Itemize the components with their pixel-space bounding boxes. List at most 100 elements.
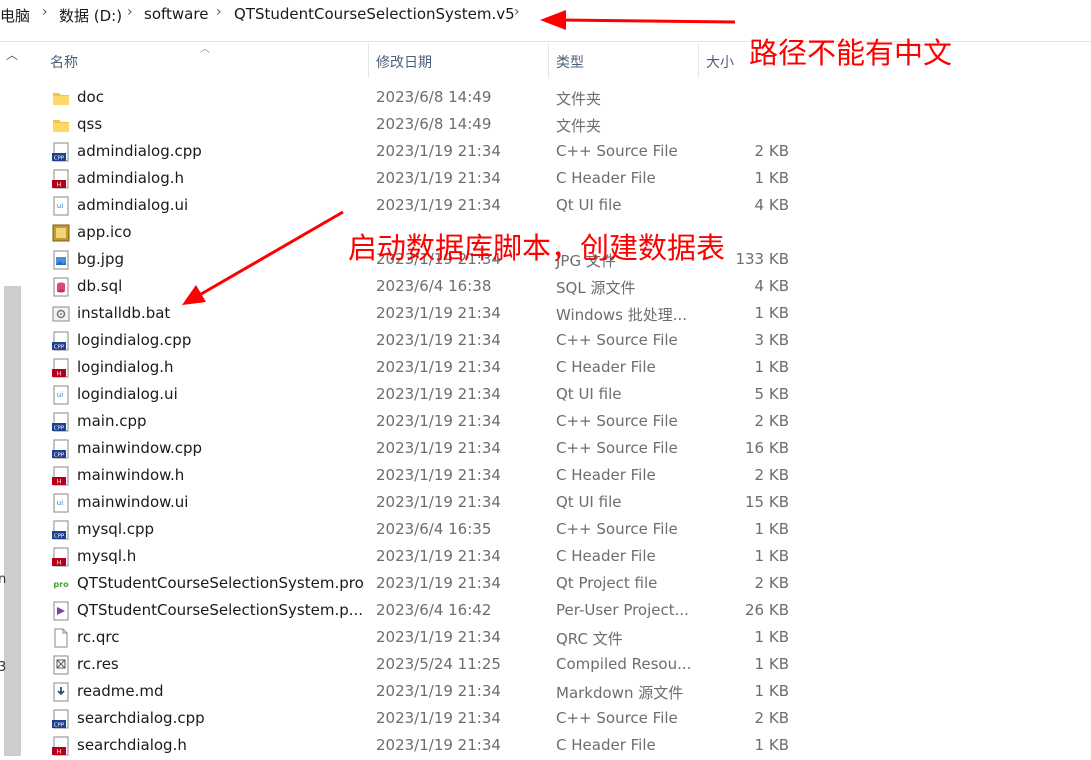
- file-size: 3 KB: [754, 331, 789, 349]
- file-modified-date: 2023/1/19 21:34: [376, 196, 501, 214]
- file-type: Per-User Project...: [556, 601, 689, 619]
- file-name: main.cpp: [77, 412, 147, 430]
- file-row[interactable]: ui admindialog.ui 2023/1/19 21:34 Qt UI fil…: [0, 192, 820, 219]
- user-project-file-icon: [51, 601, 71, 621]
- file-name: admindialog.ui: [77, 196, 189, 214]
- file-type: Markdown 源文件: [556, 684, 684, 702]
- file-modified-date: 2023/1/19 21:34: [376, 628, 501, 646]
- file-modified-date: 2023/1/19 21:34: [376, 169, 501, 187]
- file-name: mainwindow.h: [77, 466, 185, 484]
- column-header-type[interactable]: 类型: [556, 52, 584, 72]
- svg-text:H: H: [57, 479, 62, 486]
- file-row[interactable]: installdb.bat 2023/1/19 21:34 Windows 批处理.…: [0, 300, 820, 327]
- ui-file-icon: ui: [51, 196, 71, 216]
- file-row[interactable]: rc.res 2023/5/24 11:25 Compiled Resou... 1 …: [0, 651, 820, 678]
- breadcrumb-item-computer[interactable]: 电脑: [0, 5, 30, 26]
- file-row[interactable]: Hmysql.h 2023/1/19 21:34 C Header File 1 KB: [0, 543, 820, 570]
- file-row[interactable]: QTStudentCourseSelectionSystem.p... 2023/…: [0, 597, 820, 624]
- file-modified-date: 2023/6/8 14:49: [376, 88, 492, 106]
- file-row[interactable]: CPP logindialog.cpp 2023/1/19 21:34 C++ Sou…: [0, 327, 820, 354]
- bat-annotation: 启动数据库脚本，创建数据表: [348, 231, 726, 265]
- file-modified-date: 2023/1/19 21:34: [376, 142, 501, 160]
- file-type: Qt UI file: [556, 493, 622, 511]
- file-size: 1 KB: [754, 358, 789, 376]
- column-header-modified[interactable]: 修改日期: [376, 52, 432, 72]
- file-row[interactable]: rc.qrc 2023/1/19 21:34 QRC 文件 1 KB: [0, 624, 820, 651]
- file-type: C++ Source File: [556, 142, 678, 160]
- file-type: Qt Project file: [556, 574, 658, 592]
- svg-text:ui: ui: [57, 202, 63, 210]
- chevron-right-icon[interactable]: ›: [42, 4, 48, 20]
- file-row[interactable]: CPP searchdialog.cpp 2023/1/19 21:34 C++ So…: [0, 705, 820, 732]
- file-type: QRC 文件: [556, 630, 623, 648]
- file-size: 2 KB: [754, 142, 789, 160]
- file-type: C++ Source File: [556, 412, 678, 430]
- file-row[interactable]: doc 2023/6/8 14:49 文件夹: [0, 84, 820, 111]
- file-name: installdb.bat: [77, 304, 171, 322]
- column-header-size[interactable]: 大小: [706, 52, 734, 72]
- file-name: mainwindow.ui: [77, 493, 189, 511]
- file-row[interactable]: readme.md 2023/1/19 21:34 Markdown 源文件 1 KB: [0, 678, 820, 705]
- path-annotation: 路径不能有中文: [749, 36, 953, 70]
- file-size: 2 KB: [754, 466, 789, 484]
- chevron-right-icon[interactable]: ›: [216, 4, 222, 20]
- header-file-icon: H: [51, 547, 71, 567]
- file-row[interactable]: ui mainwindow.ui 2023/1/19 21:34 Qt UI file…: [0, 489, 820, 516]
- file-type: C Header File: [556, 736, 656, 754]
- sql-file-icon: [51, 277, 71, 297]
- file-row[interactable]: ui logindialog.ui 2023/1/19 21:34 Qt UI fil…: [0, 381, 820, 408]
- column-divider[interactable]: [548, 44, 549, 78]
- cpp-file-icon: CPP: [51, 142, 71, 162]
- file-row[interactable]: Hadmindialog.h 2023/1/19 21:34 C Header Fi…: [0, 165, 820, 192]
- file-size: 4 KB: [754, 277, 789, 295]
- column-divider[interactable]: [368, 44, 369, 78]
- file-row[interactable]: CPP main.cpp 2023/1/19 21:34 C++ Source Fil…: [0, 408, 820, 435]
- file-row[interactable]: CPP mysql.cpp 2023/6/4 16:35 C++ Source Fil…: [0, 516, 820, 543]
- column-header-name[interactable]: 名称: [50, 52, 78, 72]
- file-row[interactable]: Hsearchdialog.h 2023/1/19 21:34 C Header F…: [0, 732, 820, 759]
- svg-text:ui: ui: [57, 499, 63, 507]
- file-size: 133 KB: [735, 250, 789, 268]
- file-row[interactable]: db.sql 2023/6/4 16:38 SQL 源文件 4 KB: [0, 273, 820, 300]
- svg-text:pro: pro: [53, 580, 69, 589]
- folder-icon: [51, 115, 71, 135]
- blank-file-icon: [51, 628, 71, 648]
- breadcrumb-item-drive[interactable]: 数据 (D:): [59, 5, 122, 26]
- file-name: mainwindow.cpp: [77, 439, 203, 457]
- file-modified-date: 2023/1/19 21:34: [376, 331, 501, 349]
- chevron-right-icon[interactable]: ›: [514, 4, 520, 20]
- file-row[interactable]: CPP admindialog.cpp 2023/1/19 21:34 C++ Sou…: [0, 138, 820, 165]
- file-name: QTStudentCourseSelectionSystem.pro: [77, 574, 364, 592]
- file-type: C++ Source File: [556, 331, 678, 349]
- sort-ascending-icon: ︿: [200, 44, 210, 55]
- column-divider[interactable]: [698, 44, 699, 78]
- file-size: 1 KB: [754, 655, 789, 673]
- cpp-file-icon: CPP: [51, 439, 71, 459]
- file-row[interactable]: CPP mainwindow.cpp 2023/1/19 21:34 C++ Sour…: [0, 435, 820, 462]
- file-modified-date: 2023/1/19 21:34: [376, 304, 501, 322]
- svg-text:CPP: CPP: [54, 426, 65, 432]
- file-type: SQL 源文件: [556, 279, 636, 297]
- file-name: logindialog.cpp: [77, 331, 192, 349]
- file-name: rc.res: [77, 655, 119, 673]
- file-modified-date: 2023/1/19 21:34: [376, 412, 501, 430]
- file-modified-date: 2023/1/19 21:34: [376, 547, 501, 565]
- header-file-icon: H: [51, 358, 71, 378]
- file-size: 1 KB: [754, 169, 789, 187]
- file-row[interactable]: pro QTStudentCourseSelectionSystem.pro 202…: [0, 570, 820, 597]
- breadcrumb-item-project[interactable]: QTStudentCourseSelectionSystem.v5: [234, 5, 515, 23]
- folder-icon: [51, 88, 71, 108]
- svg-text:H: H: [57, 560, 62, 567]
- file-name: searchdialog.h: [77, 736, 187, 754]
- file-row[interactable]: Hlogindialog.h 2023/1/19 21:34 C Header Fi…: [0, 354, 820, 381]
- file-name: logindialog.h: [77, 358, 174, 376]
- file-row[interactable]: qss 2023/6/8 14:49 文件夹: [0, 111, 820, 138]
- chevron-right-icon[interactable]: ›: [127, 4, 133, 20]
- breadcrumb-item-software[interactable]: software: [144, 5, 208, 23]
- file-type: C Header File: [556, 358, 656, 376]
- header-file-icon: H: [51, 169, 71, 189]
- svg-text:ui: ui: [57, 391, 63, 399]
- file-row[interactable]: Hmainwindow.h 2023/1/19 21:34 C Header Fil…: [0, 462, 820, 489]
- file-name: QTStudentCourseSelectionSystem.p...: [77, 601, 364, 619]
- file-name: rc.qrc: [77, 628, 120, 646]
